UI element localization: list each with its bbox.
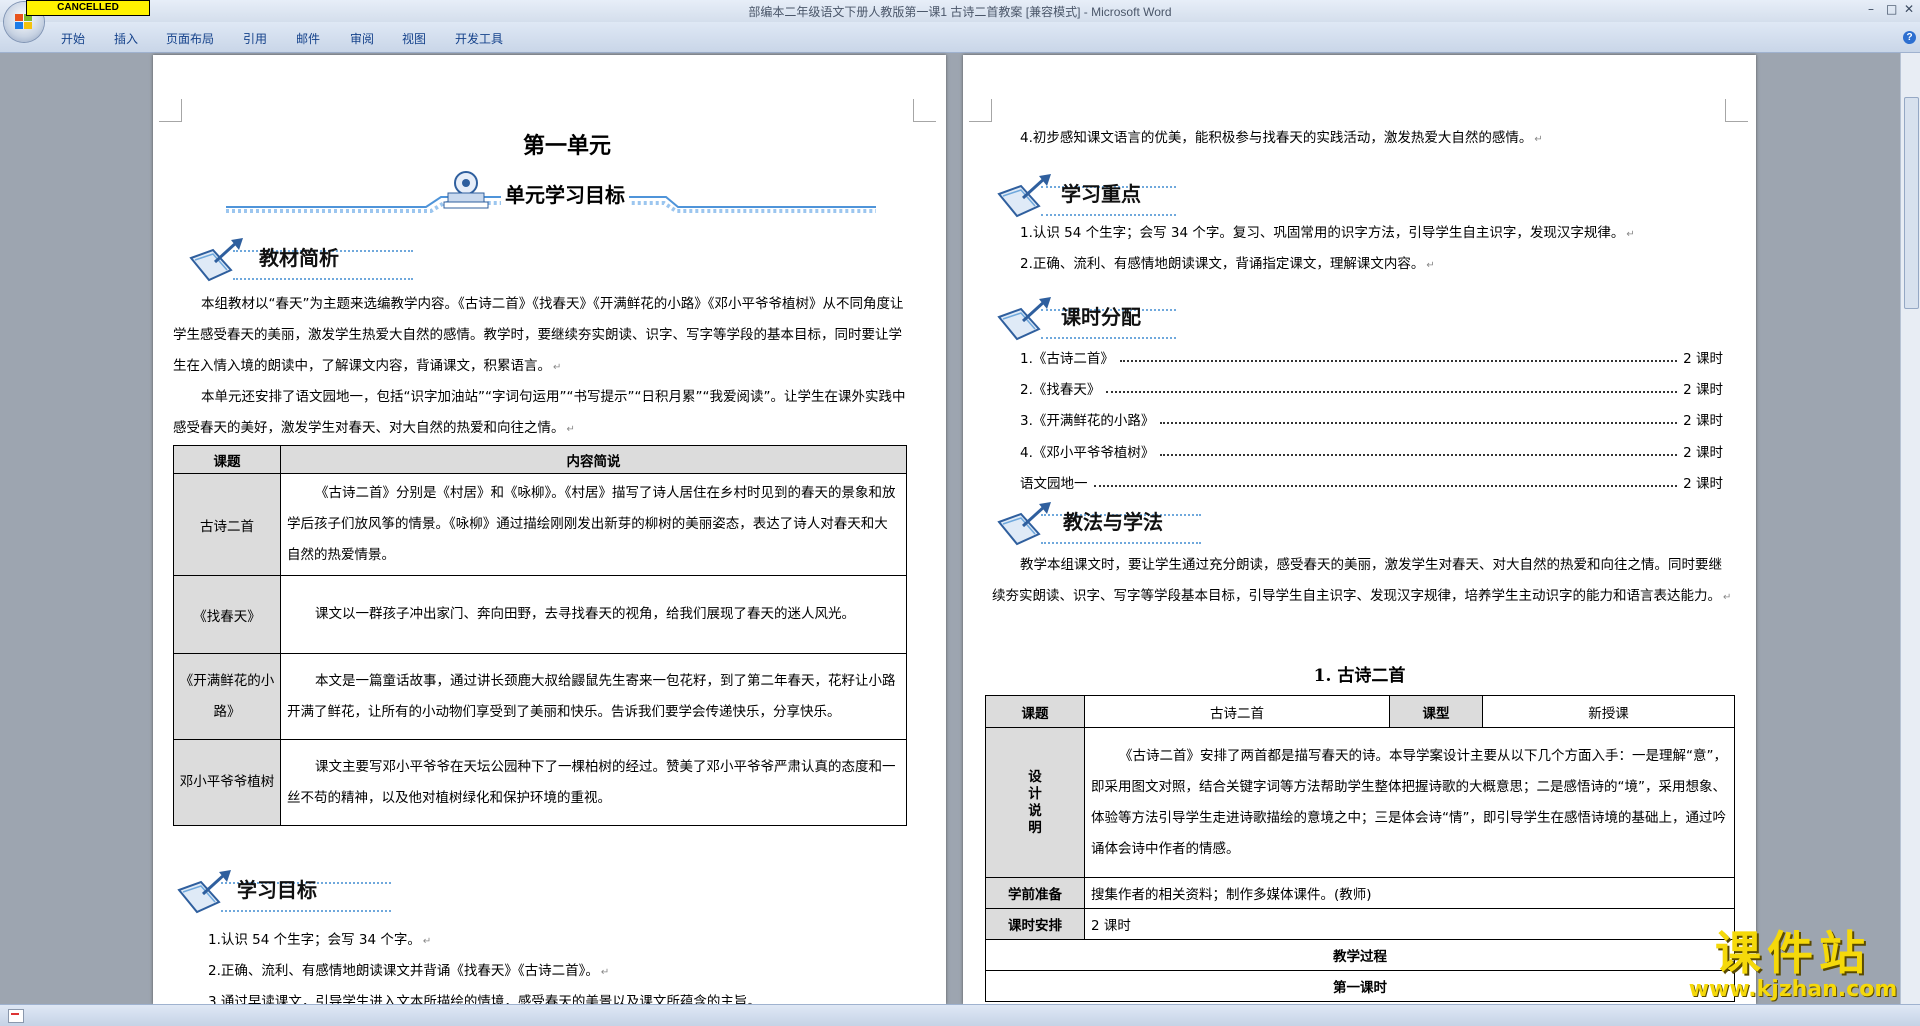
table-cell: 2 课时	[1084, 908, 1735, 940]
goal-item: 2.正确、流利、有感情地朗读课文并背诵《找春天》《古诗二首》。 ↵	[208, 963, 610, 979]
title-bar: 部编本二年级语文下册人教版第一课1 古诗二首教案 [兼容模式] - Micros…	[0, 0, 1920, 22]
table-cell-topic: 邓小平爷爷植树	[173, 739, 281, 826]
tab-developer[interactable]: 开发工具	[455, 30, 503, 47]
intro-paragraph: 本组教材以“春天”为主题来选编教学内容。《古诗二首》《找春天》《开满鲜花的小路》…	[173, 296, 904, 374]
book-arrow-icon	[177, 870, 231, 914]
goal-item: 4.初步感知课文语言的优美，能积极参与找春天的实践活动，激发热爱大自然的感情。 ↵	[1020, 130, 1543, 146]
table-cell-desc: 课文主要写邓小平爷爷在天坛公园种下了一棵柏树的经过。赞美了邓小平爷爷严肃认真的态…	[280, 739, 907, 826]
tab-review[interactable]: 审阅	[350, 30, 374, 47]
table-row: 《找春天》 课文以一群孩子冲出家门、奔向田野，去寻找春天的视角，给我们展现了春天…	[173, 575, 907, 654]
table-header: 课题	[173, 445, 281, 474]
book-arrow-icon	[997, 174, 1051, 218]
table-row: 《开满鲜花的小路》 本文是一篇童话故事，通过讲长颈鹿大叔给鼹鼠先生寄来一包花籽，…	[173, 653, 907, 740]
table-label: 课题	[985, 695, 1085, 728]
table-row: 邓小平爷爷植树 课文主要写邓小平爷爷在天坛公园种下了一棵柏树的经过。赞美了邓小平…	[173, 739, 907, 826]
table-cell-desc: 《古诗二首》分别是《村居》和《咏柳》。《村居》描写了诗人居住在乡村时见到的春天的…	[280, 473, 907, 576]
goal-item: 3.通过早读课文，引导学生进入文本所描绘的情境，感受春天的美景以及课文所蕴含的主…	[208, 994, 761, 1004]
intro-paragraph: 本单元还安排了语文园地一，包括“识字加油站”“字词句运用”“书写提示”“日积月累…	[173, 389, 906, 436]
office-logo-icon	[15, 14, 33, 30]
table-cell-topic: 《开满鲜花的小路》	[173, 653, 281, 740]
cancelled-badge: CANCELLED	[26, 0, 150, 16]
section-method: 教法与学法	[993, 500, 1213, 546]
table-cell-topic: 《找春天》	[173, 575, 281, 654]
table-label: 课型	[1389, 695, 1483, 728]
book-arrow-icon	[997, 297, 1051, 341]
section-focus-title: 学习重点	[1061, 182, 1141, 206]
margin-mark	[913, 99, 936, 122]
kjzhan-watermark: 课件站 www.kjzhan.com	[1678, 926, 1908, 1002]
section-intro: 教材简析	[185, 236, 415, 282]
table-header: 内容简说	[280, 445, 907, 474]
schedule-row: 1.《古诗二首》 2 课时	[1020, 350, 1723, 367]
table-cell: 古诗二首	[1084, 695, 1390, 728]
method-paragraph: 教学本组课文时，要让学生通过充分朗读，感受春天的美丽，激发学生对春天、对大自然的…	[992, 557, 1732, 604]
tab-references[interactable]: 引用	[243, 30, 267, 47]
table-cell-desc: 课文以一群孩子冲出家门、奔向田野，去寻找春天的视角，给我们展现了春天的迷人风光。	[280, 575, 907, 654]
section-intro-title: 教材简析	[259, 246, 339, 270]
page-right[interactable]: 4.初步感知课文语言的优美，能积极参与找春天的实践活动，激发热爱大自然的感情。 ↵…	[963, 55, 1756, 1004]
spelling-check-icon[interactable]	[8, 1009, 24, 1023]
section-schedule-title: 课时分配	[1061, 305, 1141, 329]
watermark-logo: 课件站	[1715, 926, 1871, 980]
table-cell: 第一课时	[985, 970, 1735, 1002]
tab-mailings[interactable]: 邮件	[296, 30, 320, 47]
status-bar	[0, 1004, 1920, 1026]
tab-home[interactable]: 开始	[61, 30, 85, 47]
focus-item: 2.正确、流利、有感情地朗读课文，背诵指定课文，理解课文内容。 ↵	[1020, 256, 1435, 272]
scrollbar-thumb[interactable]	[1904, 97, 1919, 309]
table-cell: 《古诗二首》安排了两首都是描写春天的诗。本导学案设计主要从以下几个方面入手：一是…	[1084, 727, 1735, 878]
close-button[interactable]: ✕	[1904, 2, 1914, 16]
book-arrow-icon	[997, 502, 1051, 546]
schedule-row: 3.《开满鲜花的小路》 2 课时	[1020, 413, 1723, 430]
table-cell: 搜集作者的相关资料；制作多媒体课件。(教师)	[1084, 877, 1735, 909]
table-cell: 新授课	[1482, 695, 1735, 728]
minimize-button[interactable]: –	[1868, 2, 1874, 16]
help-icon[interactable]: ?	[1903, 31, 1916, 44]
table-label: 设计说明	[985, 727, 1085, 878]
section-focus: 学习重点	[993, 172, 1193, 218]
table-row: 古诗二首 《古诗二首》分别是《村居》和《咏柳》。《村居》描写了诗人居住在乡村时见…	[173, 473, 907, 576]
unit-title: 第一单元	[523, 133, 612, 159]
vertical-scrollbar[interactable]	[1900, 53, 1920, 1004]
section-goals-title: 学习目标	[237, 878, 317, 902]
margin-mark	[969, 99, 992, 122]
table-label: 学前准备	[985, 877, 1085, 909]
schedule-row: 语文园地一 2 课时	[1020, 476, 1723, 493]
schedule-row: 2.《找春天》 2 课时	[1020, 382, 1723, 399]
table-cell-topic: 古诗二首	[173, 473, 281, 576]
window-title: 部编本二年级语文下册人教版第一课1 古诗二首教案 [兼容模式] - Micros…	[748, 5, 1172, 19]
lesson-summary-table: 课题 内容简说 古诗二首 《古诗二首》分别是《村居》和《咏柳》。《村居》描写了诗…	[173, 445, 907, 826]
page-left[interactable]: 第一单元 单元学习目标 教材简析 本组教材以“春天”为主题来选编教学内容。《古诗…	[153, 55, 946, 1004]
margin-mark	[1725, 99, 1748, 122]
goal-item: 1.认识 54 个生字；会写 34 个字。 ↵	[208, 932, 432, 948]
tab-view[interactable]: 视图	[402, 30, 426, 47]
maximize-button[interactable]: □	[1886, 2, 1897, 16]
lesson-title: 1. 古诗二首	[1313, 666, 1406, 686]
schedule-list: 1.《古诗二首》 2 课时 2.《找春天》 2 课时 3.《开满鲜花的小路》 2…	[1020, 341, 1723, 498]
watermark-url: www.kjzhan.com	[1688, 977, 1898, 1002]
section-goals: 学习目标	[173, 868, 403, 914]
table-cell: 教学过程	[985, 939, 1735, 971]
margin-mark	[159, 99, 182, 122]
table-cell-desc: 本文是一篇童话故事，通过讲长颈鹿大叔给鼹鼠先生寄来一包花籽，到了第二年春天，花籽…	[280, 653, 907, 740]
ribbon-tabs: 开始 插入 页面布局 引用 邮件 审阅 视图 开发工具 ?	[0, 22, 1920, 53]
book-arrow-icon	[189, 238, 243, 282]
unit-goal-banner: 单元学习目标	[226, 169, 876, 219]
table-label: 课时安排	[985, 908, 1085, 940]
tab-insert[interactable]: 插入	[114, 30, 138, 47]
schedule-row: 4.《邓小平爷爷植树》 2 课时	[1020, 444, 1723, 461]
tab-page-layout[interactable]: 页面布局	[166, 30, 214, 47]
focus-item: 1.认识 54 个生字；会写 34 个字。复习、巩固常用的识字方法，引导学生自主…	[1020, 225, 1635, 241]
lesson-plan-table: 课题 古诗二首 课型 新授课 设计说明 《古诗二首》安排了两首都是描写春天的诗。…	[985, 695, 1735, 1002]
section-method-title: 教法与学法	[1063, 510, 1163, 534]
unit-goal-title: 单元学习目标	[501, 179, 629, 208]
section-schedule: 课时分配	[993, 295, 1193, 341]
